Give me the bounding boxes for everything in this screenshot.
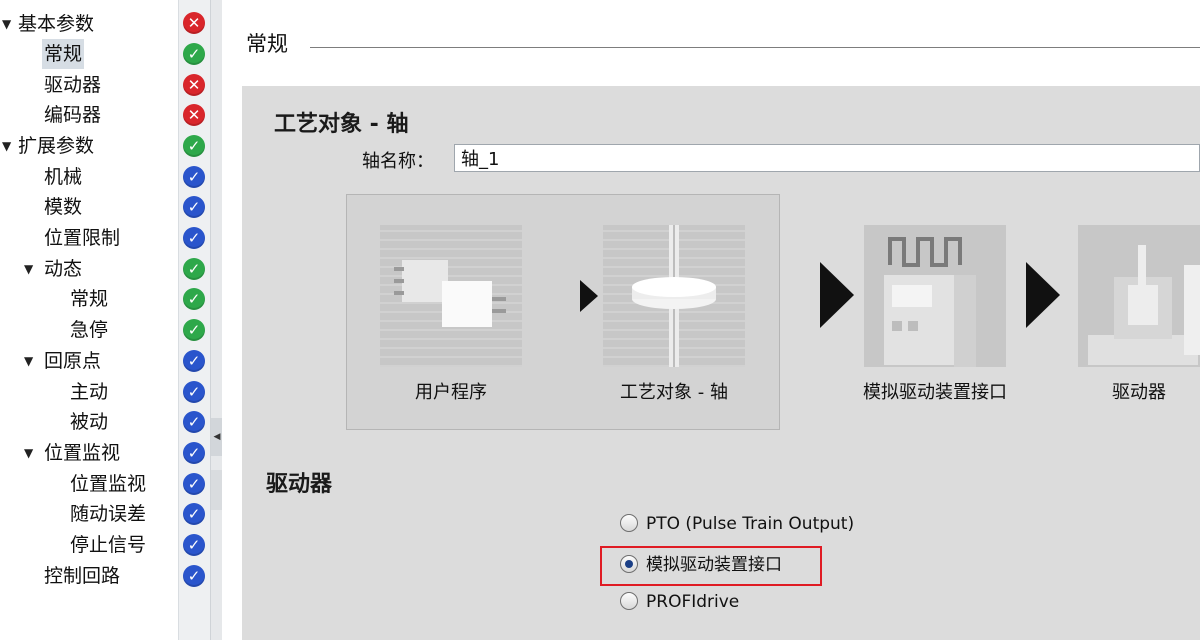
tree-item-label: 急停 [70,319,109,341]
tree-item-dynamics[interactable]: ▼ 动态 [0,254,178,284]
radio-option-label: PROFIdrive [646,592,740,612]
tree-item-label: 位置监视 [70,473,147,495]
tree-item-active-homing[interactable]: 主动 [0,377,178,407]
tree-item-modulo[interactable]: 模数 [0,192,178,222]
arrow-right-icon [1026,262,1060,328]
error-icon: ✕ [183,12,205,34]
tree-item-stop-signal[interactable]: 停止信号 [0,530,178,560]
tree-item-position-monitoring-sub[interactable]: 位置监视 [0,469,178,499]
caret-down-icon[interactable]: ▼ [2,131,11,161]
tree-item-drive[interactable]: 驱动器 [0,70,178,100]
arrow-right-icon [580,280,598,312]
highlight-box [600,546,822,586]
parameter-tree: ▼ 基本参数 常规 驱动器 编码器 ▼ 扩展参数 机械 模数 位置限制 ▼ 动态… [0,0,178,640]
section-title: 常规 [246,32,288,56]
info-check-icon: ✓ [183,350,205,372]
tree-item-label: 停止信号 [70,534,147,556]
tree-item-label: 位置监视 [44,442,121,464]
check-icon: ✓ [183,258,205,280]
caret-down-icon[interactable]: ▼ [24,254,33,284]
error-icon: ✕ [183,104,205,126]
tree-item-label: 扩展参数 [18,135,95,157]
tree-item-label: 主动 [70,381,109,403]
caret-down-icon[interactable]: ▼ [24,346,33,376]
axis-name-input[interactable] [454,144,1200,172]
radio-option-label: PTO (Pulse Train Output) [646,514,855,534]
tree-item-mechanics[interactable]: 机械 [0,162,178,192]
tree-item-label: 基本参数 [18,13,95,35]
tree-item-emergency-stop[interactable]: 急停 [0,315,178,345]
tree-item-label: 常规 [70,288,109,310]
info-check-icon: ✓ [183,442,205,464]
analog-drive-interface-image [864,225,1006,367]
tree-item-basic-params[interactable]: ▼ 基本参数 [0,9,178,39]
check-icon: ✓ [183,288,205,310]
info-check-icon: ✓ [183,503,205,525]
info-check-icon: ✓ [183,565,205,587]
arrow-right-icon [820,262,854,328]
check-icon: ✓ [183,43,205,65]
tree-item-control-loop[interactable]: 控制回路 [0,561,178,591]
user-program-label: 用户程序 [415,382,487,403]
tree-item-label: 机械 [44,166,83,188]
tree-item-position-monitoring[interactable]: ▼ 位置监视 [0,438,178,468]
radio-button[interactable] [620,592,638,610]
info-check-icon: ✓ [183,473,205,495]
info-check-icon: ✓ [183,227,205,249]
page-title: 工艺对象 - 轴 [274,112,409,137]
technology-object-image [603,225,745,367]
tree-item-dynamics-general[interactable]: 常规 [0,284,178,314]
tree-item-label: 被动 [70,411,109,433]
drive-section-title: 驱动器 [266,472,333,497]
tree-item-label: 回原点 [44,350,102,372]
info-check-icon: ✓ [183,381,205,403]
tree-item-homing[interactable]: ▼ 回原点 [0,346,178,376]
info-check-icon: ✓ [183,534,205,556]
tree-item-encoder[interactable]: 编码器 [0,100,178,130]
tree-item-label: 控制回路 [44,565,121,587]
info-check-icon: ✓ [183,196,205,218]
status-column: ✕ ✓ ✕ ✕ ✓ ✓ ✓ ✓ ✓ ✓ ✓ ✓ ✓ ✓ ✓ ✓ ✓ ✓ ✓ [178,0,211,640]
technology-object-label: 工艺对象 - 轴 [620,382,728,403]
caret-down-icon[interactable]: ▼ [24,438,33,468]
tree-item-position-limits[interactable]: 位置限制 [0,223,178,253]
tree-item-general[interactable]: 常规 [0,39,178,69]
analog-drive-interface-label: 模拟驱动装置接口 [863,382,1007,403]
drive-label: 驱动器 [1112,382,1166,403]
tree-item-following-error[interactable]: 随动误差 [0,499,178,529]
tree-item-label: 动态 [44,258,83,280]
info-check-icon: ✓ [183,166,205,188]
tree-item-extended-params[interactable]: ▼ 扩展参数 [0,131,178,161]
check-icon: ✓ [183,319,205,341]
tree-item-label: 模数 [44,196,83,218]
drive-image [1078,225,1200,367]
tree-item-label: 常规 [42,39,85,69]
tree-item-passive-homing[interactable]: 被动 [0,407,178,437]
check-icon: ✓ [183,135,205,157]
axis-name-label: 轴名称： [362,151,434,172]
content-area: 常规 工艺对象 - 轴 轴名称： 用户程序 [222,0,1200,640]
section-divider [310,47,1200,48]
radio-button[interactable] [620,514,638,532]
user-program-image [380,225,522,367]
info-check-icon: ✓ [183,411,205,433]
tree-item-label: 编码器 [44,104,102,126]
tree-item-label: 随动误差 [70,503,147,525]
caret-down-icon[interactable]: ▼ [2,9,11,39]
settings-panel: 工艺对象 - 轴 轴名称： 用户程序 [242,86,1200,640]
tree-item-label: 位置限制 [44,227,121,249]
error-icon: ✕ [183,74,205,96]
tree-item-label: 驱动器 [44,74,102,96]
